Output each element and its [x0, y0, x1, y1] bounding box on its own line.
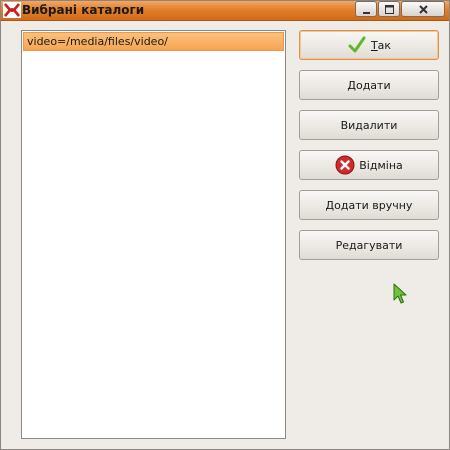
edit-label: Редагувати — [335, 238, 403, 252]
add-manually-label: Додати вручну — [325, 198, 413, 212]
titlebar[interactable]: Вибрані каталоги — [1, 1, 449, 21]
remove-label: Видалити — [340, 118, 398, 132]
close-button[interactable] — [401, 1, 445, 17]
mouse-cursor-icon — [393, 283, 407, 305]
list-item[interactable]: video=/media/files/video/ — [23, 32, 284, 51]
maximize-button[interactable] — [378, 1, 400, 17]
close-icon — [419, 5, 428, 14]
window-title: Вибрані каталоги — [22, 3, 145, 17]
directory-list[interactable]: video=/media/files/video/ — [21, 30, 286, 439]
add-button[interactable]: Додати — [299, 70, 439, 100]
add-label: Додати — [347, 78, 391, 92]
app-logo-icon — [3, 2, 21, 18]
ok-label: Так — [370, 38, 392, 52]
cancel-label: Відміна — [359, 158, 403, 172]
cancel-button[interactable]: Відміна — [299, 150, 439, 180]
minimize-icon — [363, 12, 370, 14]
minimize-button[interactable] — [355, 1, 377, 17]
cancel-icon — [335, 155, 355, 175]
maximize-icon — [385, 5, 394, 14]
ok-button[interactable]: Так — [299, 30, 439, 60]
dialog-window: Вибрані каталоги video=/media/files/vide… — [0, 0, 450, 450]
add-manually-button[interactable]: Додати вручну — [299, 190, 439, 220]
remove-button[interactable]: Видалити — [299, 110, 439, 140]
edit-button[interactable]: Редагувати — [299, 230, 439, 260]
checkmark-icon — [347, 35, 367, 55]
